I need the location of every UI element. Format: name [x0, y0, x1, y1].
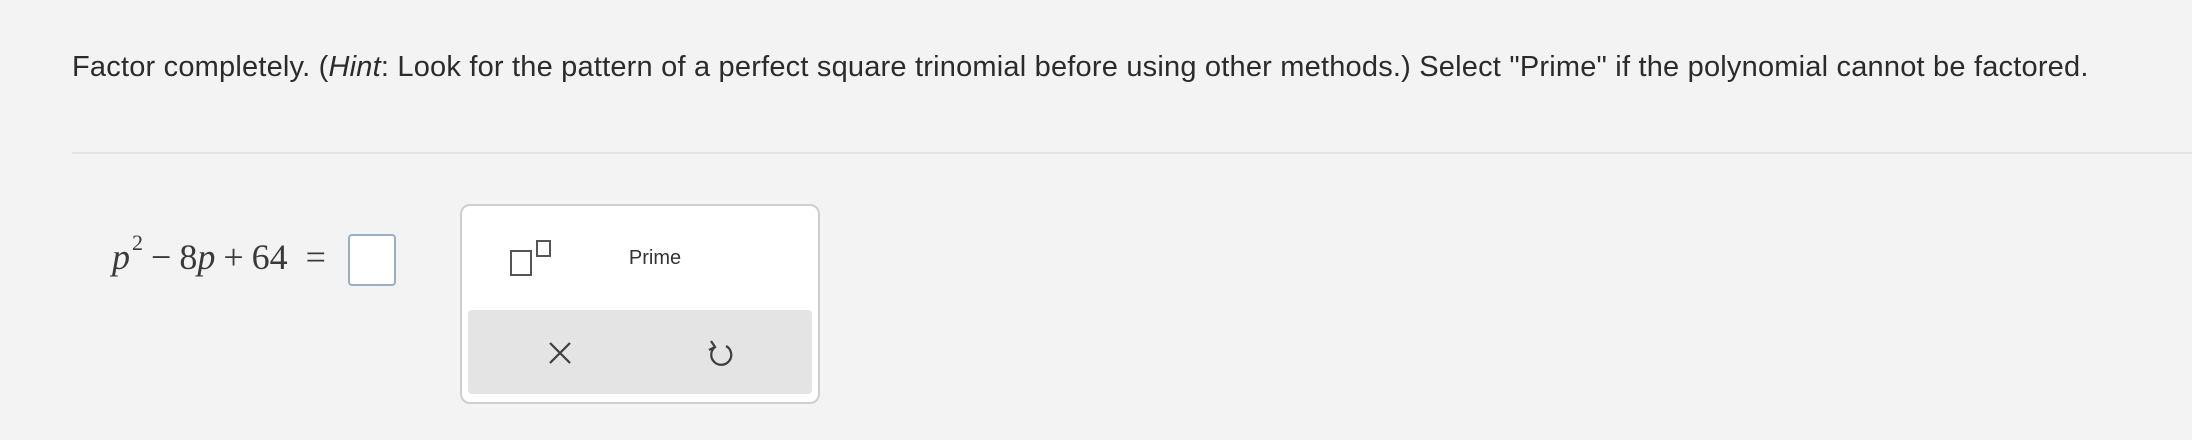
exponent-template-icon — [510, 250, 532, 276]
instructions-text-2: : Look for the pattern of a perfect squa… — [380, 51, 2089, 83]
equation-equals: = — [305, 237, 326, 277]
equation-coefficient: 8 — [179, 237, 198, 277]
answer-workarea: p2 − 8p + 64 = Prime — [72, 152, 2192, 440]
equation: p2 − 8p + 64 = — [112, 214, 396, 286]
hint-label: Hint — [328, 51, 381, 83]
undo-icon — [708, 340, 733, 366]
equation-variable: p — [112, 237, 130, 277]
equation-minus: − — [151, 237, 172, 277]
close-x-icon — [549, 342, 571, 364]
equation-plus: + — [223, 237, 244, 277]
instructions-text-1: Factor completely. ( — [72, 51, 329, 83]
exponent-button[interactable] — [502, 240, 560, 280]
question-instructions: Factor completely. (Hint: Look for the p… — [72, 50, 2132, 84]
equation-exponent: 2 — [132, 230, 143, 255]
math-palette: Prime — [460, 204, 820, 404]
equation-variable-2: p — [197, 237, 216, 277]
action-bar — [468, 310, 812, 394]
undo-button[interactable] — [690, 328, 750, 378]
equation-constant: 64 — [251, 237, 288, 277]
answer-input[interactable] — [347, 234, 396, 286]
clear-button[interactable] — [530, 328, 590, 378]
exponent-superscript-box — [536, 240, 551, 257]
prime-button[interactable]: Prime — [600, 238, 710, 278]
